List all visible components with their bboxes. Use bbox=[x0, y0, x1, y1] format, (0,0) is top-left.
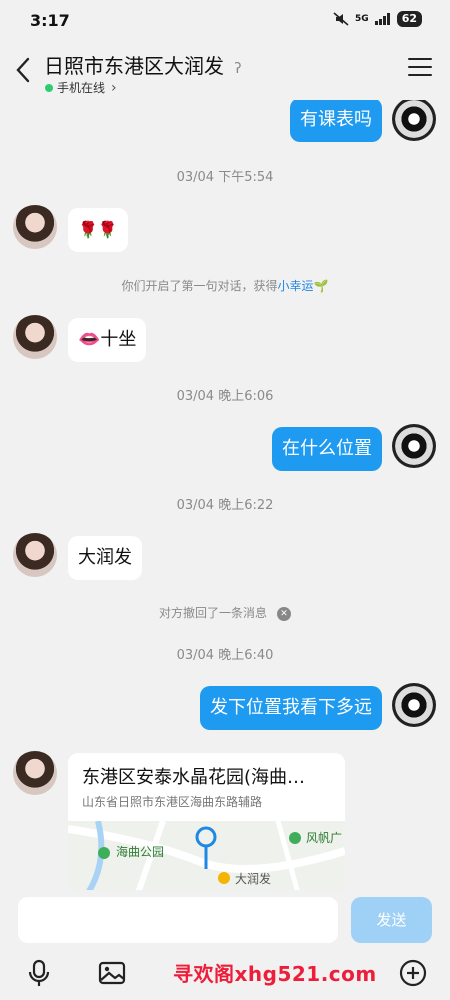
send-button[interactable]: 发送 bbox=[351, 897, 432, 943]
message-bubble-me[interactable]: 在什么位置 bbox=[272, 427, 382, 471]
map-label-fengfan: 风帆广 bbox=[306, 831, 343, 845]
microphone-icon bbox=[28, 959, 50, 986]
map-label-store: 大润发 bbox=[235, 872, 272, 886]
voice-button[interactable] bbox=[24, 958, 54, 988]
online-status[interactable]: 手机在线 › bbox=[45, 79, 117, 96]
avatar-me[interactable] bbox=[392, 683, 436, 727]
message-bubble-contact[interactable]: 大润发 bbox=[68, 536, 142, 580]
lucky-link[interactable]: 小幸运 bbox=[278, 279, 314, 293]
map-graphic bbox=[68, 820, 345, 890]
timestamp: 03/04 晚上6:22 bbox=[176, 498, 274, 513]
input-bar: 发送 bbox=[0, 890, 450, 950]
status-icons: 5G 62 bbox=[333, 11, 422, 27]
close-icon[interactable]: ✕ bbox=[277, 606, 291, 621]
signal-icon bbox=[374, 13, 390, 25]
avatar-contact[interactable] bbox=[13, 751, 57, 795]
avatar-me[interactable] bbox=[392, 424, 436, 468]
page-title: 日照市东港区大润发 bbox=[44, 54, 224, 78]
image-icon bbox=[98, 961, 126, 985]
avatar-contact[interactable] bbox=[13, 205, 57, 249]
message-bubble-me[interactable]: 发下位置我看下多远 bbox=[200, 686, 382, 730]
system-text: 你们开启了第一句对话，获得 bbox=[121, 279, 278, 293]
location-map[interactable]: 海曲公园 大润发 风帆广 bbox=[68, 820, 345, 890]
battery-icon: 62 bbox=[396, 11, 422, 27]
network-label: 5G bbox=[355, 14, 369, 24]
system-message: 你们开启了第一句对话，获得小幸运🌱 bbox=[0, 277, 450, 294]
message-bubble-contact[interactable]: 🌹🌹 bbox=[68, 208, 128, 252]
image-button[interactable] bbox=[97, 958, 127, 988]
online-status-label: 手机在线 bbox=[57, 81, 106, 95]
location-address: 山东省日照市东港区海曲东路辅路 bbox=[82, 795, 263, 809]
timestamp: 03/04 下午5:54 bbox=[176, 170, 274, 185]
more-button[interactable] bbox=[398, 958, 428, 988]
back-button[interactable] bbox=[12, 56, 36, 84]
avatar-contact[interactable] bbox=[13, 533, 57, 577]
location-card[interactable]: 东港区安泰水晶花园(海曲… 山东省日照市东港区海曲东路辅路 海曲公园 大润发 风… bbox=[68, 753, 345, 890]
chat-area[interactable]: 有课表吗 03/04 下午5:54 🌹🌹 你们开启了第一句对话，获得小幸运🌱 👄… bbox=[0, 100, 450, 890]
recall-text: 对方撤回了一条消息 bbox=[158, 606, 267, 620]
chevron-right-icon: › bbox=[111, 79, 117, 96]
recall-notice: 对方撤回了一条消息 ✕ bbox=[0, 604, 450, 621]
message-input[interactable] bbox=[18, 897, 338, 943]
timestamp: 03/04 晚上6:06 bbox=[176, 389, 274, 404]
hearing-icon: ʔ bbox=[234, 61, 242, 77]
sprout-icon: 🌱 bbox=[313, 279, 329, 293]
plus-circle-icon bbox=[399, 959, 427, 987]
status-time: 3:17 bbox=[30, 11, 70, 30]
chevron-left-icon bbox=[16, 57, 30, 83]
chat-header: 日照市东港区大润发 ʔ 手机在线 › bbox=[0, 40, 450, 100]
contact-name[interactable]: 日照市东港区大润发 ʔ bbox=[44, 50, 242, 79]
message-bubble-contact[interactable]: 👄十坐 bbox=[68, 318, 147, 362]
map-label-park: 海曲公园 bbox=[116, 845, 165, 859]
status-bar: 3:17 5G 62 bbox=[0, 0, 450, 40]
location-title: 东港区安泰水晶花园(海曲… bbox=[82, 767, 306, 788]
menu-icon bbox=[408, 58, 432, 60]
avatar-me[interactable] bbox=[392, 100, 436, 141]
message-bubble-me[interactable]: 有课表吗 bbox=[290, 100, 382, 142]
online-dot-icon bbox=[45, 83, 53, 92]
avatar-contact[interactable] bbox=[13, 315, 57, 359]
menu-button[interactable] bbox=[408, 58, 432, 80]
timestamp: 03/04 晚上6:40 bbox=[176, 648, 274, 663]
mute-icon bbox=[333, 12, 349, 26]
watermark: 寻欢阁xhg521.com bbox=[173, 962, 377, 986]
